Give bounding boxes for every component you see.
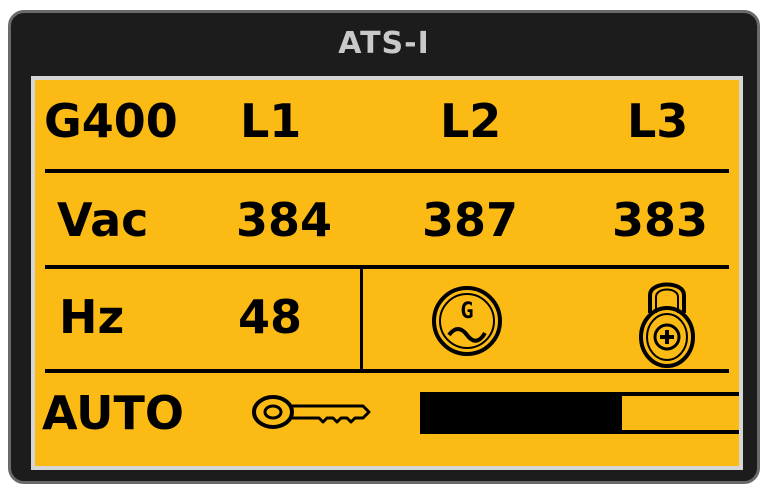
generator-icon: G	[432, 286, 502, 356]
divider-line	[45, 169, 729, 173]
panel-title: ATS-I	[338, 26, 430, 61]
key-icon	[252, 395, 371, 429]
phase-l2-header: L2	[440, 94, 502, 148]
voltage-l3-value: 383	[612, 193, 709, 247]
progress-bar	[420, 392, 739, 434]
ats-panel: ATS-I G400 L1 L2 L3 Vac 384 387 383 Hz 4…	[8, 10, 760, 484]
generator-letter: G	[460, 299, 473, 324]
source-label: G400	[44, 94, 178, 148]
frequency-value: 48	[238, 290, 303, 344]
lcd-screen: G400 L1 L2 L3 Vac 384 387 383 Hz 48 G AU…	[31, 76, 743, 470]
voltage-l1-value: 384	[236, 193, 333, 247]
progress-fill	[424, 396, 623, 430]
voltage-label: Vac	[57, 193, 149, 247]
phase-l1-header: L1	[240, 94, 302, 148]
mode-label: AUTO	[42, 386, 185, 440]
voltage-l2-value: 387	[422, 193, 519, 247]
phase-l3-header: L3	[627, 94, 689, 148]
divider-line	[45, 369, 729, 373]
frequency-label: Hz	[59, 290, 125, 344]
column-divider	[360, 269, 363, 369]
padlock-icon	[639, 282, 695, 368]
divider-line	[45, 265, 729, 269]
